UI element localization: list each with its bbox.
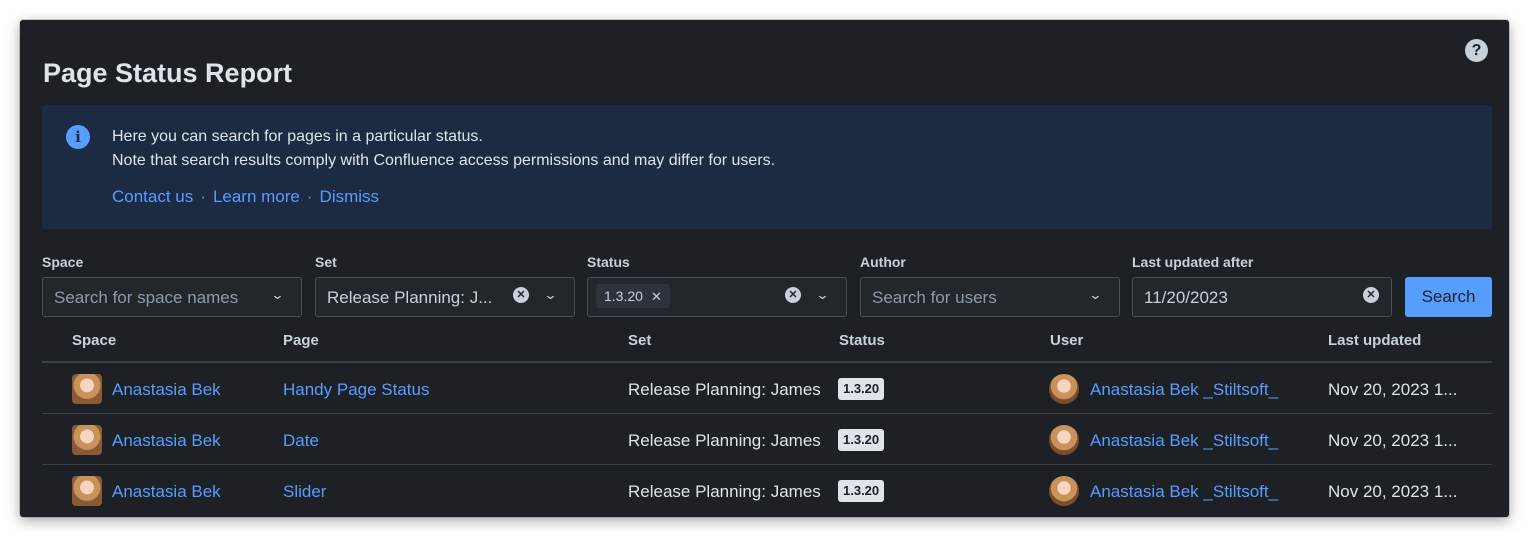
status-badge: 1.3.20 bbox=[838, 429, 885, 451]
last-updated-filter-label: Last updated after bbox=[1132, 254, 1254, 270]
user-link[interactable]: Anastasia Bek _Stiltsoft_ bbox=[1090, 380, 1278, 400]
info-icon: i bbox=[66, 125, 90, 149]
contact-us-link[interactable]: Contact us bbox=[112, 187, 193, 206]
banner-text-line-2: Note that search results comply with Con… bbox=[112, 152, 776, 169]
last-updated-cell: Nov 20, 2023 1... bbox=[1328, 482, 1458, 501]
set-cell: Release Planning: James bbox=[628, 482, 821, 501]
banner-links: Contact us · Learn more · Dismiss bbox=[112, 187, 379, 207]
user-avatar bbox=[1049, 374, 1079, 404]
set-cell: Release Planning: James bbox=[628, 431, 821, 450]
chevron-down-icon[interactable]: ⌄ bbox=[815, 287, 829, 303]
author-select[interactable]: Search for users ⌄ bbox=[860, 277, 1120, 317]
author-select-placeholder: Search for users bbox=[872, 288, 997, 307]
clear-icon[interactable]: ✕ bbox=[1363, 287, 1379, 303]
user-avatar bbox=[1049, 425, 1079, 455]
table-row: Anastasia Bek Slider Release Planning: J… bbox=[42, 466, 1492, 516]
page-link[interactable]: Handy Page Status bbox=[283, 380, 429, 400]
results-table-header: Space Page Set Status User Last updated bbox=[42, 320, 1492, 363]
status-filter-label: Status bbox=[587, 254, 630, 270]
dismiss-link[interactable]: Dismiss bbox=[320, 187, 380, 206]
space-link[interactable]: Anastasia Bek bbox=[112, 380, 221, 400]
remove-chip-icon[interactable]: ✕ bbox=[651, 289, 662, 304]
set-filter-label: Set bbox=[315, 254, 337, 270]
column-header-last-updated[interactable]: Last updated bbox=[1328, 332, 1421, 349]
table-row: Anastasia Bek Handy Page Status Release … bbox=[42, 364, 1492, 414]
set-select-value: Release Planning: J... bbox=[327, 288, 493, 307]
link-separator: · bbox=[306, 187, 313, 206]
user-link[interactable]: Anastasia Bek _Stiltsoft_ bbox=[1090, 431, 1278, 451]
status-badge: 1.3.20 bbox=[838, 378, 885, 400]
table-row: Anastasia Bek Date Release Planning: Jam… bbox=[42, 415, 1492, 465]
last-updated-value: 11/20/2023 bbox=[1144, 288, 1228, 307]
column-header-set[interactable]: Set bbox=[628, 332, 651, 349]
status-select[interactable]: 1.3.20 ✕ ✕ ⌄ bbox=[587, 277, 847, 317]
user-avatar bbox=[1049, 476, 1079, 506]
set-cell: Release Planning: James bbox=[628, 380, 821, 399]
column-header-space[interactable]: Space bbox=[72, 332, 116, 349]
column-header-page[interactable]: Page bbox=[283, 332, 319, 349]
space-link[interactable]: Anastasia Bek bbox=[112, 482, 221, 502]
link-separator: · bbox=[200, 187, 206, 206]
space-avatar bbox=[72, 425, 102, 455]
clear-icon[interactable]: ✕ bbox=[785, 287, 801, 303]
chevron-down-icon[interactable]: ⌄ bbox=[1088, 287, 1102, 303]
column-header-status[interactable]: Status bbox=[839, 332, 885, 349]
status-chip-label: 1.3.20 bbox=[604, 288, 643, 304]
author-filter-label: Author bbox=[860, 254, 906, 270]
chevron-down-icon[interactable]: ⌄ bbox=[270, 287, 284, 303]
page-link[interactable]: Date bbox=[283, 431, 319, 451]
last-updated-date-field[interactable]: 11/20/2023 ✕ bbox=[1132, 277, 1392, 317]
user-link[interactable]: Anastasia Bek _Stiltsoft_ bbox=[1090, 482, 1278, 502]
space-select-placeholder: Search for space names bbox=[54, 288, 239, 307]
report-panel: Page Status Report ? i Here you can sear… bbox=[20, 20, 1509, 517]
last-updated-cell: Nov 20, 2023 1... bbox=[1328, 380, 1458, 399]
question-circle-icon[interactable]: ? bbox=[1465, 39, 1488, 62]
learn-more-link[interactable]: Learn more bbox=[213, 187, 300, 206]
space-avatar bbox=[72, 374, 102, 404]
last-updated-cell: Nov 20, 2023 1... bbox=[1328, 431, 1458, 450]
page-title: Page Status Report bbox=[43, 58, 293, 88]
status-chip: 1.3.20 ✕ bbox=[596, 284, 670, 308]
info-banner: i Here you can search for pages in a par… bbox=[42, 105, 1492, 229]
search-button[interactable]: Search bbox=[1405, 277, 1492, 317]
space-select[interactable]: Search for space names ⌄ bbox=[42, 277, 302, 317]
page-link[interactable]: Slider bbox=[283, 482, 326, 502]
banner-text-line-1: Here you can search for pages in a parti… bbox=[112, 128, 483, 145]
status-badge: 1.3.20 bbox=[838, 480, 885, 502]
space-link[interactable]: Anastasia Bek bbox=[112, 431, 221, 451]
clear-icon[interactable]: ✕ bbox=[513, 287, 529, 303]
space-filter-label: Space bbox=[42, 254, 84, 270]
set-select[interactable]: Release Planning: J... ✕ ⌄ bbox=[315, 277, 575, 317]
chevron-down-icon[interactable]: ⌄ bbox=[543, 287, 557, 303]
space-avatar bbox=[72, 476, 102, 506]
column-header-user[interactable]: User bbox=[1050, 332, 1083, 349]
